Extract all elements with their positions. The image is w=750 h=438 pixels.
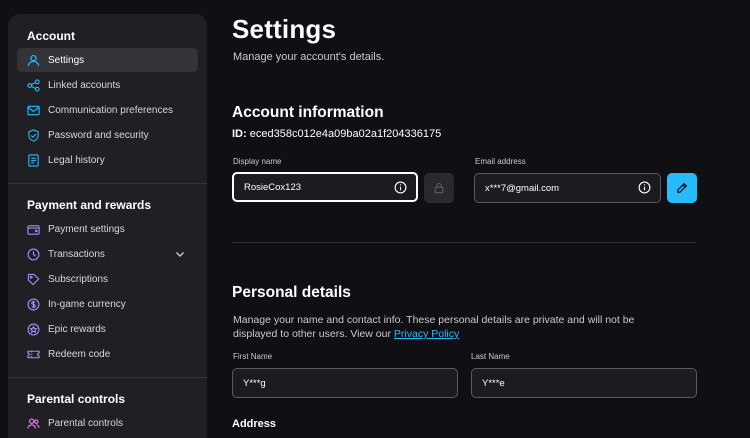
page-subtitle: Manage your account's details. (233, 51, 385, 63)
sidebar-item-redeem-code[interactable]: Redeem code (17, 342, 198, 366)
shield-check-icon (27, 128, 40, 142)
sidebar-item-label: Redeem code (48, 348, 111, 360)
last-name-value: Y***e (482, 377, 505, 389)
display-name-value: RosieCox123 (244, 181, 302, 193)
account-info-heading: Account information (232, 104, 384, 121)
user-icon (27, 54, 40, 67)
account-id-value: eced358c012e4a09ba02a1f204336175 (249, 128, 442, 140)
wallet-icon (27, 223, 40, 236)
sidebar-item-communication[interactable]: Communication preferences (17, 98, 198, 122)
page-title: Settings (232, 14, 337, 44)
sidebar-item-label: Epic rewards (48, 323, 106, 335)
personal-details-description: Manage your name and contact info. These… (233, 313, 673, 341)
sidebar-item-epic-rewards[interactable]: Epic rewards (17, 317, 198, 341)
section-title-parental: Parental controls (27, 392, 126, 406)
last-name-label: Last Name (471, 352, 510, 361)
sidebar-item-settings[interactable]: Settings (17, 48, 198, 72)
envelope-icon (27, 104, 40, 117)
coin-icon (27, 298, 40, 311)
email-value: x***7@gmail.com (485, 182, 560, 194)
display-name-field[interactable]: RosieCox123 (232, 172, 418, 202)
lock-button[interactable] (424, 173, 454, 203)
sidebar-item-label: Linked accounts (48, 79, 121, 91)
section-title-payment: Payment and rewards (27, 198, 152, 212)
sidebar-item-parental-controls[interactable]: Parental controls (17, 411, 198, 435)
display-name-label: Display name (233, 157, 282, 166)
sidebar-item-payment-settings[interactable]: Payment settings (17, 217, 198, 241)
lock-icon (434, 183, 444, 194)
first-name-value: Y***g (243, 377, 266, 389)
sidebar-item-subscriptions[interactable]: Subscriptions (17, 267, 198, 291)
address-heading: Address (232, 418, 277, 430)
chevron-down-icon[interactable] (174, 248, 186, 260)
sidebar-item-label: Password and security (48, 129, 149, 141)
ticket-icon (27, 348, 40, 361)
first-name-field[interactable]: Y***g (232, 368, 458, 398)
clock-icon (27, 248, 40, 261)
users-icon (27, 417, 40, 430)
sidebar: Account Settings Linked accounts Communi… (8, 14, 207, 438)
sidebar-item-label: In-game currency (48, 298, 126, 310)
info-icon[interactable] (638, 181, 651, 194)
pencil-icon (677, 182, 688, 193)
first-name-label: First Name (233, 352, 273, 361)
tag-icon (27, 273, 40, 286)
sidebar-item-label: Settings (48, 54, 85, 66)
sidebar-item-password-security[interactable]: Password and security (17, 123, 198, 147)
share-nodes-icon (27, 78, 40, 92)
info-icon[interactable] (394, 181, 407, 194)
last-name-field[interactable]: Y***e (471, 368, 697, 398)
section-divider (232, 242, 696, 243)
account-id-label: ID: (232, 128, 247, 140)
email-label: Email address (475, 157, 526, 166)
personal-details-heading: Personal details (232, 284, 351, 301)
sidebar-item-in-game-currency[interactable]: In-game currency (17, 292, 198, 316)
star-badge-icon (27, 323, 40, 336)
section-title-account: Account (27, 29, 75, 43)
sidebar-item-label: Payment settings (48, 223, 125, 235)
sidebar-item-label: Legal history (48, 154, 105, 166)
email-field[interactable]: x***7@gmail.com (474, 173, 661, 203)
sidebar-item-transactions[interactable]: Transactions (17, 242, 198, 266)
sidebar-item-linked-accounts[interactable]: Linked accounts (17, 73, 198, 97)
sidebar-item-legal-history[interactable]: Legal history (17, 148, 198, 172)
edit-email-button[interactable] (667, 173, 697, 203)
document-icon (27, 153, 40, 167)
account-id: ID: eced358c012e4a09ba02a1f204336175 (232, 128, 441, 140)
sidebar-item-label: Subscriptions (48, 273, 109, 285)
sidebar-item-label: Transactions (48, 248, 105, 260)
privacy-policy-link[interactable]: Privacy Policy (394, 328, 459, 340)
sidebar-item-label: Parental controls (48, 417, 124, 429)
sidebar-item-label: Communication preferences (48, 104, 174, 116)
